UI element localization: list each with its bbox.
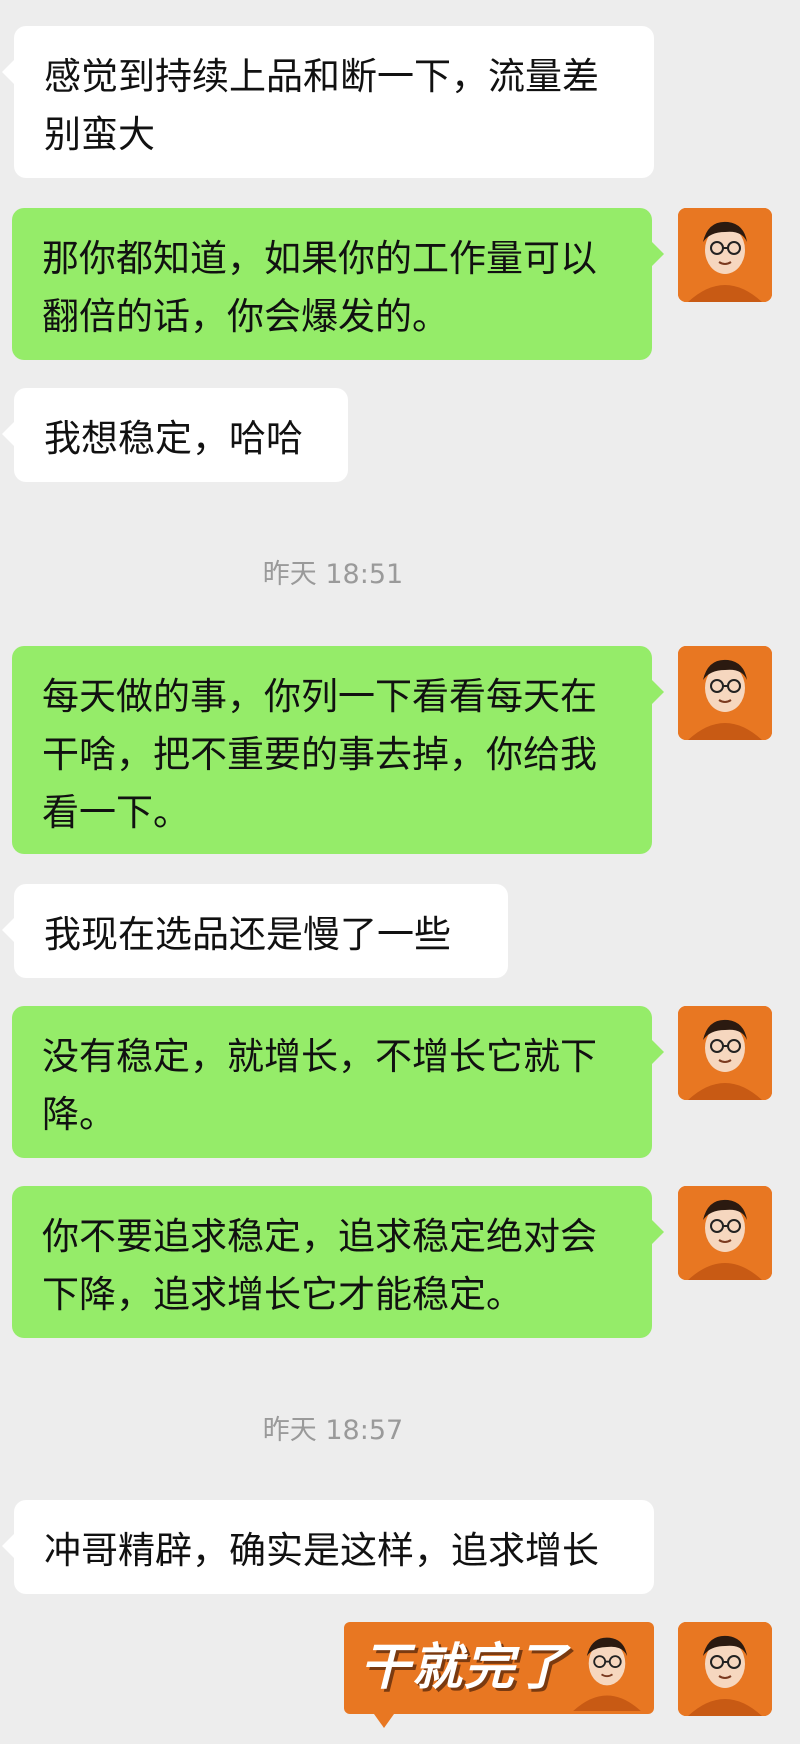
message-bubble-incoming[interactable]: 我想稳定，哈哈 (2, 388, 348, 482)
message-bubble-incoming[interactable]: 感觉到持续上品和断一下，流量差别蛮大 (2, 26, 654, 178)
message-text: 感觉到持续上品和断一下，流量差别蛮大 (44, 55, 599, 156)
avatar[interactable] (678, 208, 772, 302)
avatar-icon (678, 646, 772, 740)
message-bubble-incoming[interactable]: 冲哥精辟，确实是这样，追求增长 (2, 1500, 654, 1594)
message-text: 我想稳定，哈哈 (44, 417, 303, 460)
sticker-tail (374, 1714, 394, 1728)
sticker-message[interactable]: 干就完了 (344, 1622, 654, 1728)
avatar[interactable] (678, 646, 772, 740)
message-text: 那你都知道，如果你的工作量可以翻倍的话，你会爆发的。 (42, 237, 597, 338)
avatar[interactable] (678, 1006, 772, 1100)
message-bubble-outgoing[interactable]: 那你都知道，如果你的工作量可以翻倍的话，你会爆发的。 (12, 208, 664, 360)
timestamp: 昨天 18:51 (262, 559, 404, 590)
message-bubble-outgoing[interactable]: 每天做的事，你列一下看看每天在干啥，把不重要的事去掉，你给我看一下。 (12, 646, 664, 854)
message-text: 你不要追求稳定，追求稳定绝对会下降，追求增长它才能稳定。 (42, 1215, 597, 1316)
message-text: 冲哥精辟，确实是这样，追求增长 (44, 1529, 599, 1572)
message-text: 没有稳定，就增长，不增长它就下降。 (42, 1035, 597, 1136)
message-bubble-outgoing[interactable]: 你不要追求稳定，追求稳定绝对会下降，追求增长它才能稳定。 (12, 1186, 664, 1338)
avatar-icon (678, 1622, 772, 1716)
message-text: 每天做的事，你列一下看看每天在干啥，把不重要的事去掉，你给我看一下。 (42, 675, 597, 834)
message-bubble-outgoing[interactable]: 没有稳定，就增长，不增长它就下降。 (12, 1006, 664, 1158)
message-bubble-incoming[interactable]: 我现在选品还是慢了一些 (2, 884, 508, 978)
avatar-icon (678, 208, 772, 302)
sticker-face-icon (573, 1637, 641, 1711)
avatar[interactable] (678, 1622, 772, 1716)
timestamp: 昨天 18:57 (262, 1415, 404, 1446)
avatar[interactable] (678, 1186, 772, 1280)
avatar-icon (678, 1006, 772, 1100)
message-text: 我现在选品还是慢了一些 (44, 913, 451, 956)
sticker-text: 干就完了 (360, 1638, 568, 1696)
avatar-icon (678, 1186, 772, 1280)
